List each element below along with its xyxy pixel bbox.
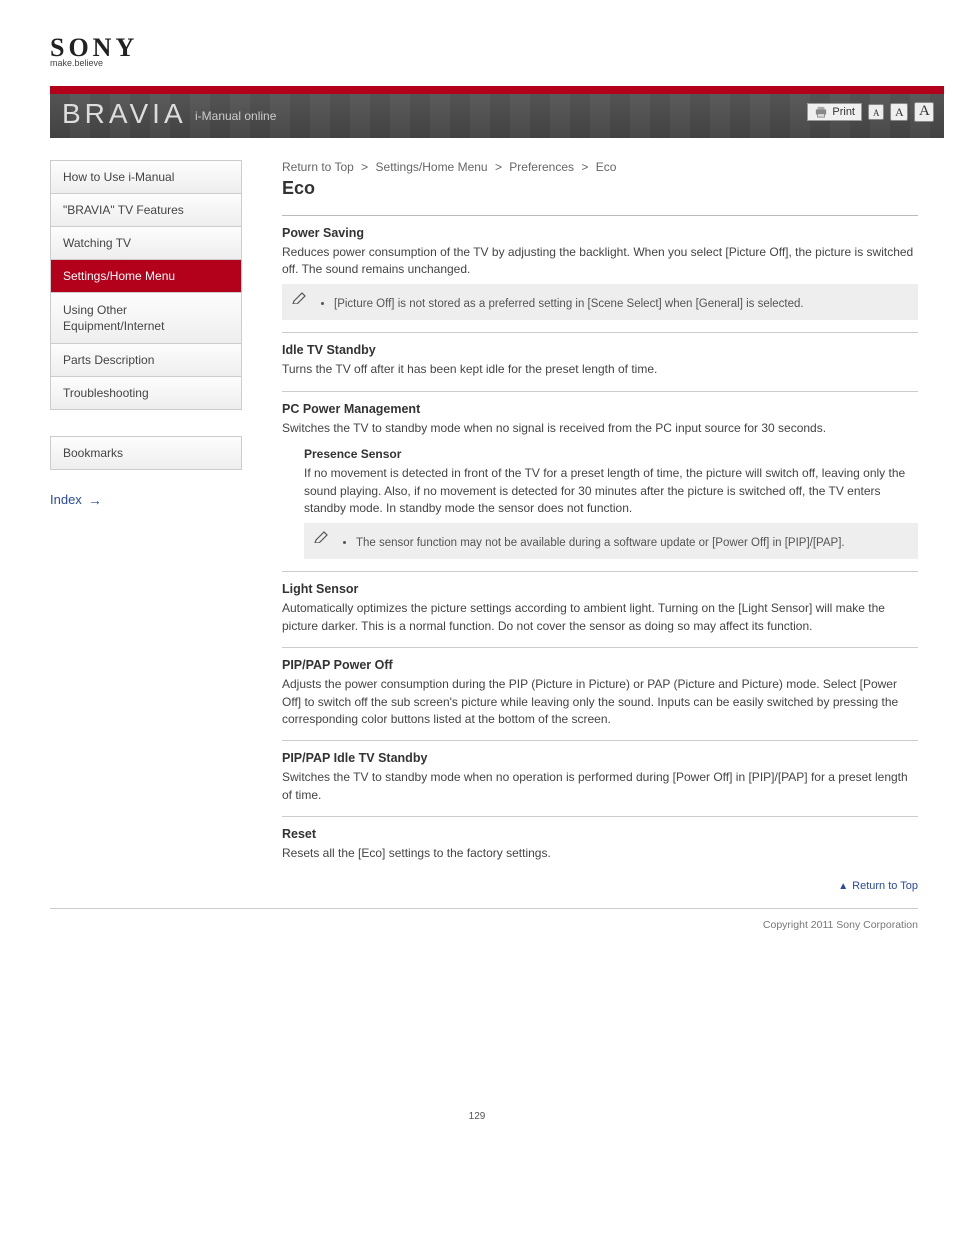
print-label: Print xyxy=(832,106,855,118)
section-title: Power Saving xyxy=(282,226,918,240)
note-icon xyxy=(314,529,330,546)
i-manual-link[interactable]: i-Manual online xyxy=(195,109,276,123)
nav-settings-home[interactable]: Settings/Home Menu xyxy=(51,260,241,293)
section-body: Adjusts the power consumption during the… xyxy=(282,676,918,728)
nav-menu: How to Use i-Manual "BRAVIA" TV Features… xyxy=(50,160,242,410)
print-icon xyxy=(814,106,828,118)
note-text: [Picture Off] is not stored as a preferr… xyxy=(334,298,908,310)
subsection-body: If no movement is detected in front of t… xyxy=(304,465,918,517)
section-pip-power-off: PIP/PAP Power Off Adjusts the power cons… xyxy=(282,647,918,740)
note-block: [Picture Off] is not stored as a preferr… xyxy=(282,284,918,320)
header-bar: BRAVIA i-Manual online Print A A A xyxy=(0,86,954,138)
nav-watching-tv[interactable]: Watching TV xyxy=(51,227,241,260)
sidebar: How to Use i-Manual "BRAVIA" TV Features… xyxy=(50,160,242,905)
section-body: Switches the TV to standby mode when no … xyxy=(282,769,918,804)
accent-strip xyxy=(50,86,944,94)
bravia-wordmark: BRAVIA xyxy=(62,98,187,130)
section-title: PIP/PAP Power Off xyxy=(282,658,918,672)
subsection-title: Presence Sensor xyxy=(304,447,918,461)
return-to-top-link[interactable]: ▲ Return to Top xyxy=(838,880,918,892)
breadcrumb: Return to Top > Settings/Home Menu > Pre… xyxy=(282,160,918,174)
crumb-top[interactable]: Return to Top xyxy=(282,160,354,174)
section-title: Light Sensor xyxy=(282,582,918,596)
note-block: The sensor function may not be available… xyxy=(304,523,918,559)
crumb-preferences[interactable]: Preferences xyxy=(509,160,574,174)
section-body: Automatically optimizes the picture sett… xyxy=(282,600,918,635)
return-to-top-label: Return to Top xyxy=(852,880,918,892)
index-link-label: Index xyxy=(50,492,82,507)
font-size-large-button[interactable]: A xyxy=(914,102,934,122)
index-link[interactable]: Index → xyxy=(50,492,102,508)
page-number: 129 xyxy=(0,1111,954,1142)
section-body: Reduces power consumption of the TV by a… xyxy=(282,244,918,279)
section-power-saving: Power Saving Reduces power consumption o… xyxy=(282,215,918,333)
page-title: Eco xyxy=(282,178,918,199)
brand-tagline: make.believe xyxy=(50,58,954,68)
main-content: Return to Top > Settings/Home Menu > Pre… xyxy=(282,160,918,905)
crumb-eco: Eco xyxy=(596,160,617,174)
crumb-sep: > xyxy=(581,160,588,174)
arrow-right-icon: → xyxy=(88,492,102,508)
logo-area: SONY make.believe xyxy=(0,0,954,86)
nav-how-to-use[interactable]: How to Use i-Manual xyxy=(51,161,241,194)
print-button[interactable]: Print xyxy=(807,103,862,121)
nav-troubleshooting[interactable]: Troubleshooting xyxy=(51,377,241,409)
section-title: Idle TV Standby xyxy=(282,343,918,357)
subsection-presence-sensor: Presence Sensor If no movement is detect… xyxy=(304,447,918,559)
crumb-settings[interactable]: Settings/Home Menu xyxy=(376,160,488,174)
copyright: Copyright 2011 Sony Corporation xyxy=(50,908,918,931)
section-idle-standby: Idle TV Standby Turns the TV off after i… xyxy=(282,332,918,390)
nav-bravia-features[interactable]: "BRAVIA" TV Features xyxy=(51,194,241,227)
note-text: The sensor function may not be available… xyxy=(356,537,908,549)
section-body: Resets all the [Eco] settings to the fac… xyxy=(282,845,918,862)
nav-bookmarks[interactable]: Bookmarks xyxy=(50,436,242,470)
section-title: PIP/PAP Idle TV Standby xyxy=(282,751,918,765)
nav-parts-description[interactable]: Parts Description xyxy=(51,344,241,377)
font-size-medium-button[interactable]: A xyxy=(890,103,908,121)
header-tools: Print A A A xyxy=(807,102,934,122)
section-pc-power: PC Power Management Switches the TV to s… xyxy=(282,391,918,572)
section-title: Reset xyxy=(282,827,918,841)
section-pip-idle: PIP/PAP Idle TV Standby Switches the TV … xyxy=(282,740,918,816)
chevron-up-icon: ▲ xyxy=(838,881,848,892)
section-light-sensor: Light Sensor Automatically optimizes the… xyxy=(282,571,918,647)
bravia-header: BRAVIA i-Manual online Print A A A xyxy=(50,94,944,138)
return-to-top: ▲ Return to Top xyxy=(282,874,918,904)
crumb-sep: > xyxy=(361,160,368,174)
nav-other-equipment[interactable]: Using Other Equipment/Internet xyxy=(51,293,241,344)
note-icon xyxy=(292,290,308,307)
brand-logo: SONY xyxy=(50,40,954,56)
font-size-small-button[interactable]: A xyxy=(868,104,884,120)
section-body: Turns the TV off after it has been kept … xyxy=(282,361,918,378)
section-title: PC Power Management xyxy=(282,402,918,416)
crumb-sep: > xyxy=(495,160,502,174)
section-reset: Reset Resets all the [Eco] settings to t… xyxy=(282,816,918,874)
section-body: Switches the TV to standby mode when no … xyxy=(282,420,918,437)
